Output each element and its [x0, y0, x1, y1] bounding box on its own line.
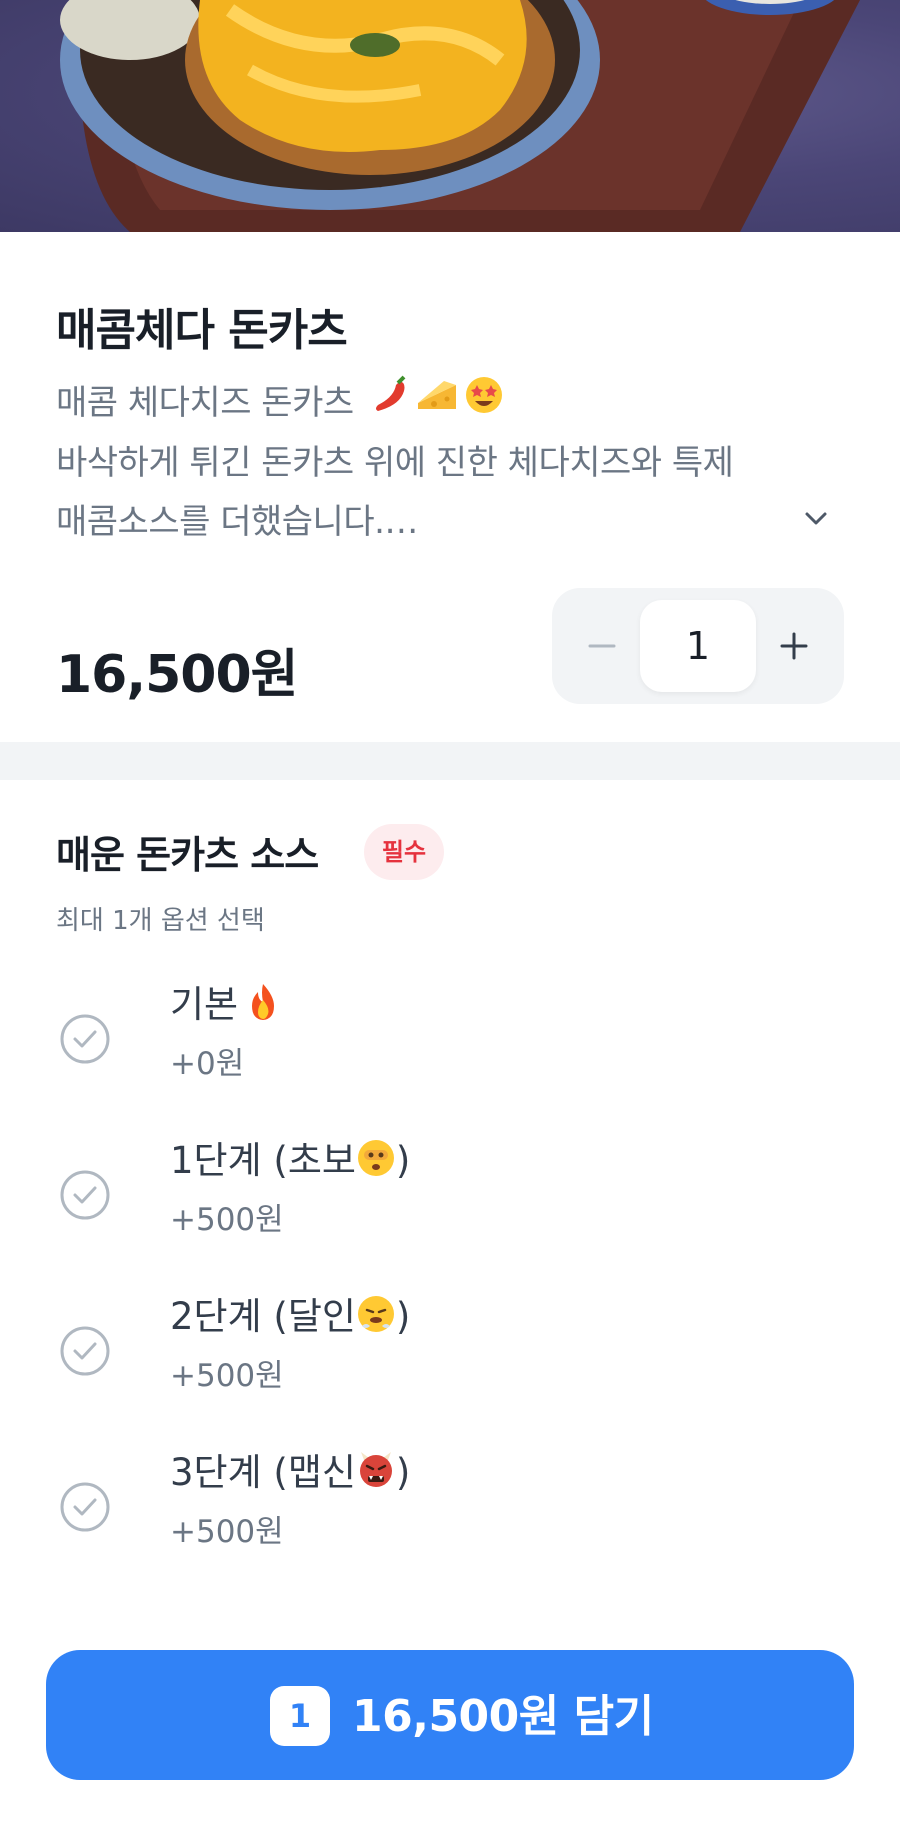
product-photo — [0, 0, 900, 232]
option-group-title: 매운 돈카츠 소스 — [56, 833, 319, 877]
chevron-down-icon[interactable] — [802, 504, 830, 532]
fire-icon — [244, 982, 282, 1031]
face-steam-nose-icon — [356, 1294, 396, 1343]
option-label: 기본 — [170, 974, 282, 1031]
option-extra-price: +500원 — [170, 1514, 284, 1550]
plus-icon[interactable] — [766, 618, 822, 674]
option-item-level-2[interactable]: 2단계 (달인) +500원 — [0, 1286, 900, 1436]
quantity-stepper: 1 — [552, 588, 844, 704]
option-item-level-1[interactable]: 1단계 (초보) +500원 — [0, 1130, 900, 1280]
description-line-3: 매콤소스를 더했습니다.… — [56, 502, 418, 542]
check-circle-icon[interactable] — [58, 1324, 112, 1378]
add-to-cart-label: 16,500원 담기 — [352, 1691, 654, 1742]
check-circle-icon[interactable] — [58, 1012, 112, 1066]
chili-pepper-icon — [370, 375, 410, 434]
option-extra-price: +0원 — [170, 1046, 245, 1082]
add-to-cart-button[interactable]: 1 16,500원 담기 — [46, 1650, 854, 1780]
description-line-1: 매콤 체다치즈 돈카츠 — [56, 383, 354, 423]
option-group-section: 매운 돈카츠 소스 필수 최대 1개 옵션 선택 기본 +0원 1단계 (초보)… — [0, 780, 900, 1828]
required-badge: 필수 — [364, 824, 444, 880]
cheese-icon — [416, 375, 458, 434]
check-circle-icon[interactable] — [58, 1480, 112, 1534]
product-price: 16,500원 — [56, 645, 299, 705]
option-label: 3단계 (맵신) — [170, 1442, 410, 1499]
option-extra-price: +500원 — [170, 1202, 284, 1238]
section-divider — [0, 742, 900, 780]
face-peeking-icon — [356, 1138, 396, 1187]
quantity-value: 1 — [640, 600, 756, 692]
description-line-2: 바삭하게 튀긴 돈카츠 위에 진한 체다치즈와 특제 — [56, 443, 734, 483]
option-label: 1단계 (초보) — [170, 1130, 410, 1187]
ogre-icon — [356, 1450, 396, 1499]
option-item-level-3[interactable]: 3단계 (맵신) +500원 — [0, 1442, 900, 1592]
option-extra-price: +500원 — [170, 1358, 284, 1394]
check-circle-icon[interactable] — [58, 1168, 112, 1222]
minus-icon[interactable] — [574, 618, 630, 674]
option-group-subtitle: 최대 1개 옵션 선택 — [56, 906, 265, 936]
cart-count-badge: 1 — [270, 1686, 330, 1746]
star-struck-face-icon — [464, 375, 504, 434]
product-description[interactable]: 매콤 체다치즈 돈카츠 바삭하게 튀긴 돈카츠 위에 진한 체다치즈와 특제 매… — [56, 374, 816, 552]
product-info-section: 매콤체다 돈카츠 매콤 체다치즈 돈카츠 바삭하게 튀긴 돈카츠 위에 진한 체… — [0, 232, 900, 742]
product-title: 매콤체다 돈카츠 — [56, 305, 348, 356]
option-item-basic[interactable]: 기본 +0원 — [0, 974, 900, 1124]
option-label: 2단계 (달인) — [170, 1286, 410, 1343]
